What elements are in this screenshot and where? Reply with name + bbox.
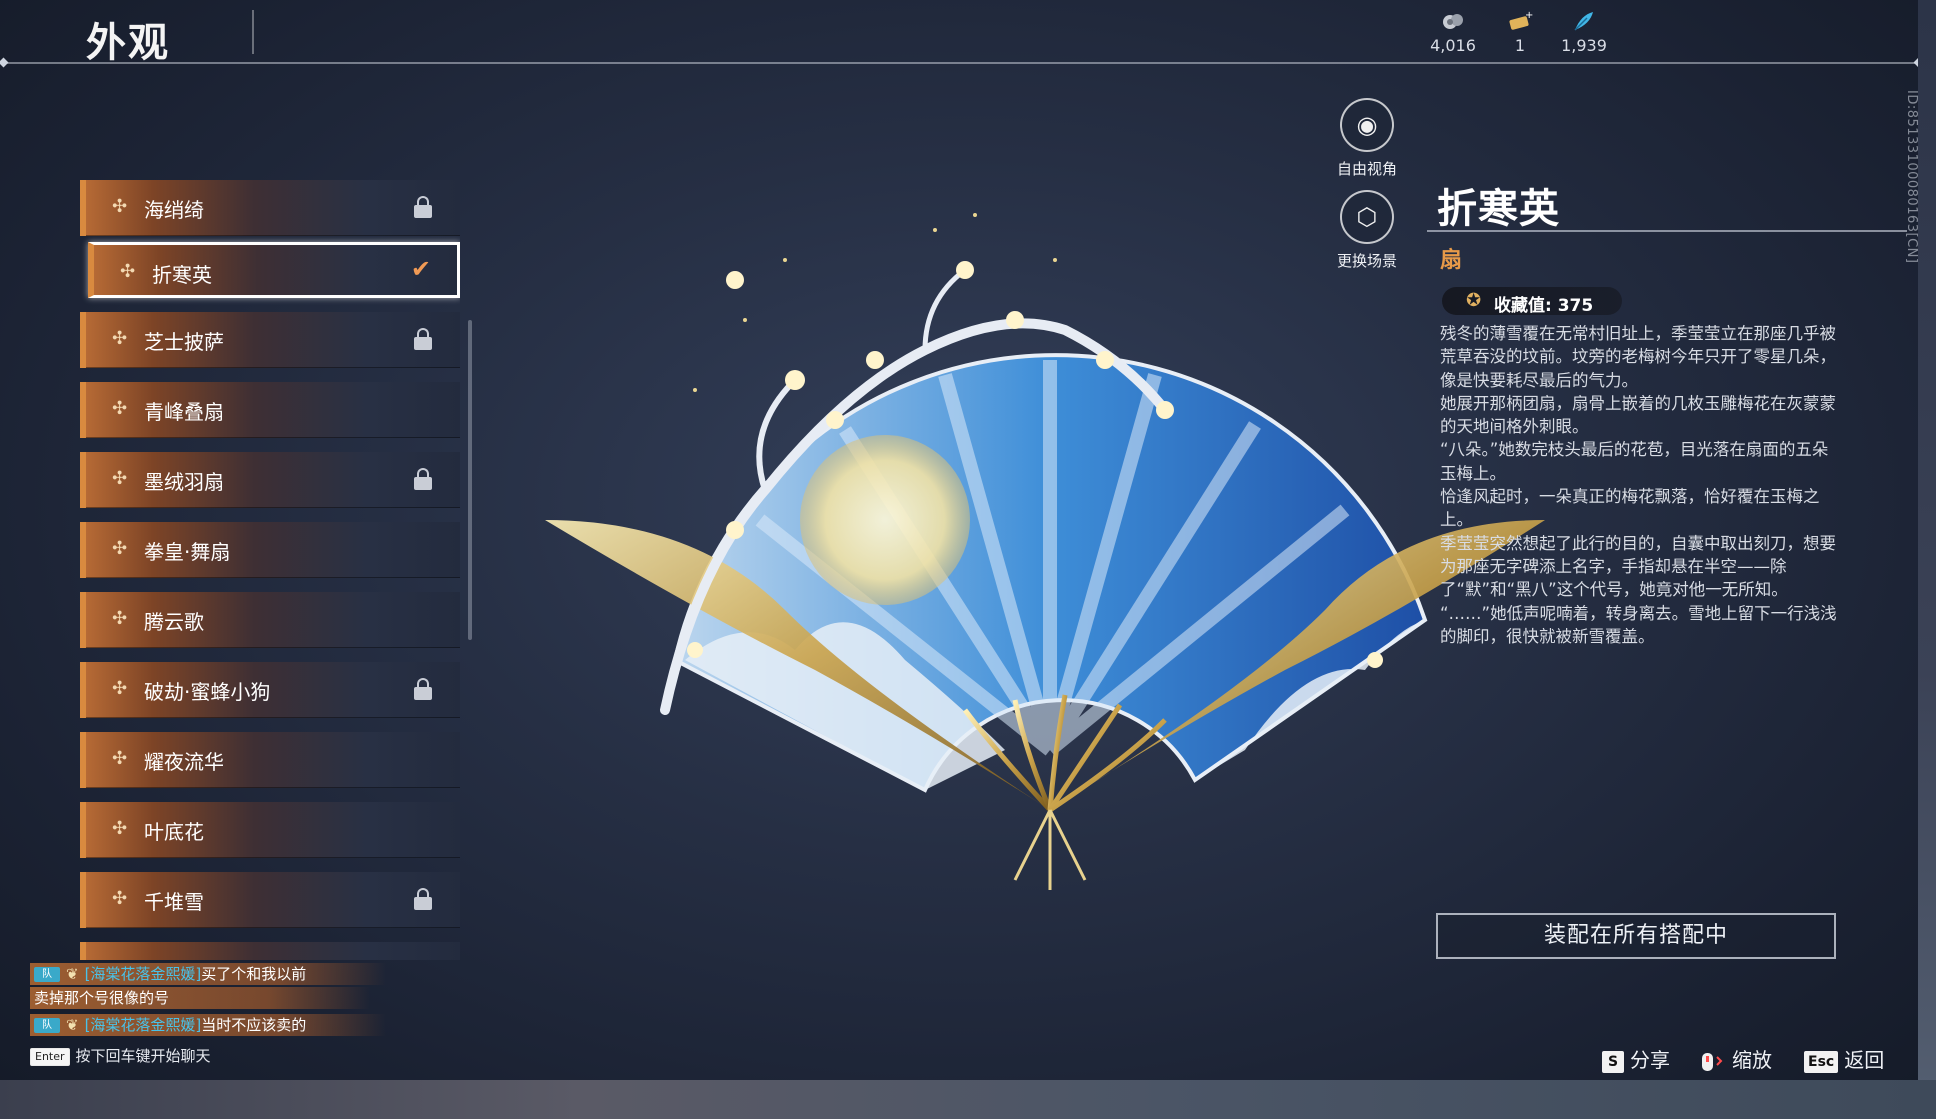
list-item-selected[interactable]: ✣ 折寒英 ✔ (88, 242, 460, 298)
name-divider (1427, 230, 1907, 232)
fan-category-icon: ✣ (112, 888, 128, 909)
fan-category-icon: ✣ (112, 328, 128, 349)
list-item[interactable] (80, 942, 460, 960)
fan-category-icon: ✣ (112, 678, 128, 699)
lock-icon (414, 468, 432, 490)
item-name: 折寒英 (1437, 186, 1560, 232)
free-camera-button[interactable]: ◉ 自由视角 (1322, 98, 1412, 179)
ore-icon (1440, 10, 1466, 32)
list-item[interactable]: ✣ 叶底花 (80, 802, 460, 858)
svg-text:+: + (1525, 10, 1533, 21)
list-item[interactable]: ✣ 墨绒羽扇 (80, 452, 460, 508)
fan-category-icon: ✣ (112, 468, 128, 489)
chat-input-hint[interactable]: Enter 按下回车键开始聊天 (30, 1045, 211, 1066)
lock-icon (414, 888, 432, 910)
team-channel-icon: 队 (34, 1018, 60, 1033)
collection-badge: ✪ 收藏值: 375 (1442, 287, 1622, 316)
chat-message: 队 ❦ [海棠花落金熙媛]买了个和我以前 (30, 963, 386, 985)
feather-icon (1571, 10, 1597, 32)
list-item[interactable]: ✣ 千堆雪 (80, 872, 460, 928)
esc-key-icon: Esc (1804, 1050, 1839, 1073)
fan-category-icon: ✣ (112, 818, 128, 839)
right-edge-strip (1918, 0, 1936, 1119)
player-id: ID:85133100080163[CN] (1904, 90, 1919, 264)
lock-icon (414, 196, 432, 218)
back-hotkey[interactable]: Esc 返回 (1804, 1044, 1884, 1073)
collection-icon: ✪ (1466, 290, 1482, 311)
item-type: 扇 (1440, 248, 1463, 273)
page-title: 外观 (86, 20, 170, 66)
list-item[interactable]: ✣ 破劫·蜜蜂小狗 (80, 662, 460, 718)
check-icon: ✔ (410, 255, 431, 283)
header-divider (0, 62, 1922, 64)
lock-icon (414, 328, 432, 350)
fan-category-icon: ✣ (112, 608, 128, 629)
item-story: 残冬的薄雪覆在无常村旧址上，季莹莹立在那座几乎被荒草吞没的坟前。坟旁的老梅树今年… (1440, 324, 1837, 646)
bottom-scenery-strip (0, 1080, 1936, 1119)
currency-ore: 4,016 (1418, 10, 1488, 55)
change-scene-button[interactable]: ⬡ 更换场景 (1322, 190, 1412, 271)
fan-category-icon: ✣ (120, 261, 136, 282)
equip-all-outfits-button[interactable]: 装配在所有搭配中 (1436, 913, 1836, 959)
chat-message: 卖掉那个号很像的号 (30, 987, 370, 1009)
fan-preview-model[interactable] (545, 190, 1555, 890)
list-item[interactable]: ✣ 腾云歌 (80, 592, 460, 648)
list-item[interactable]: ✣ 海绡绮 (80, 180, 460, 236)
list-item[interactable]: ✣ 青峰叠扇 (80, 382, 460, 438)
list-item[interactable]: ✣ 芝士披萨 (80, 312, 460, 368)
mouse-wheel-icon (1700, 1051, 1726, 1073)
title-divider (252, 10, 254, 54)
fan-category-icon: ✣ (112, 748, 128, 769)
list-item[interactable]: ✣ 耀夜流华 (80, 732, 460, 788)
guild-emblem-icon: ❦ (66, 1016, 79, 1034)
fan-category-icon: ✣ (112, 398, 128, 419)
share-hotkey[interactable]: S 分享 (1602, 1044, 1670, 1073)
cube-icon: ⬡ (1340, 190, 1394, 244)
list-scrollbar[interactable] (468, 320, 472, 640)
list-item[interactable]: ✣ 拳皇·舞扇 (80, 522, 460, 578)
lock-icon (414, 678, 432, 700)
guild-emblem-icon: ❦ (66, 965, 79, 983)
camera-icon: ◉ (1340, 98, 1394, 152)
chat-message: 队 ❦ [海棠花落金熙媛]当时不应该卖的 (30, 1014, 386, 1036)
fan-category-icon: ✣ (112, 196, 128, 217)
fan-category-icon: ✣ (112, 538, 128, 559)
currency-ticket: + 1 (1485, 10, 1555, 55)
top-bar: 外观 4,016 + 1 1,939 (0, 0, 1936, 66)
team-channel-icon: 队 (34, 967, 60, 982)
zoom-hotkey[interactable]: 缩放 (1700, 1044, 1772, 1073)
s-key-icon: S (1602, 1050, 1624, 1073)
ticket-icon: + (1507, 10, 1533, 32)
enter-key-icon: Enter (30, 1047, 70, 1066)
appearance-list[interactable]: ✣ 海绡绮 ✣ 折寒英 ✔ ✣ 芝士披萨 ✣ 青峰叠扇 ✣ 墨绒羽扇 ✣ 拳皇·… (80, 180, 460, 960)
currency-feather: 1,939 (1549, 10, 1619, 55)
